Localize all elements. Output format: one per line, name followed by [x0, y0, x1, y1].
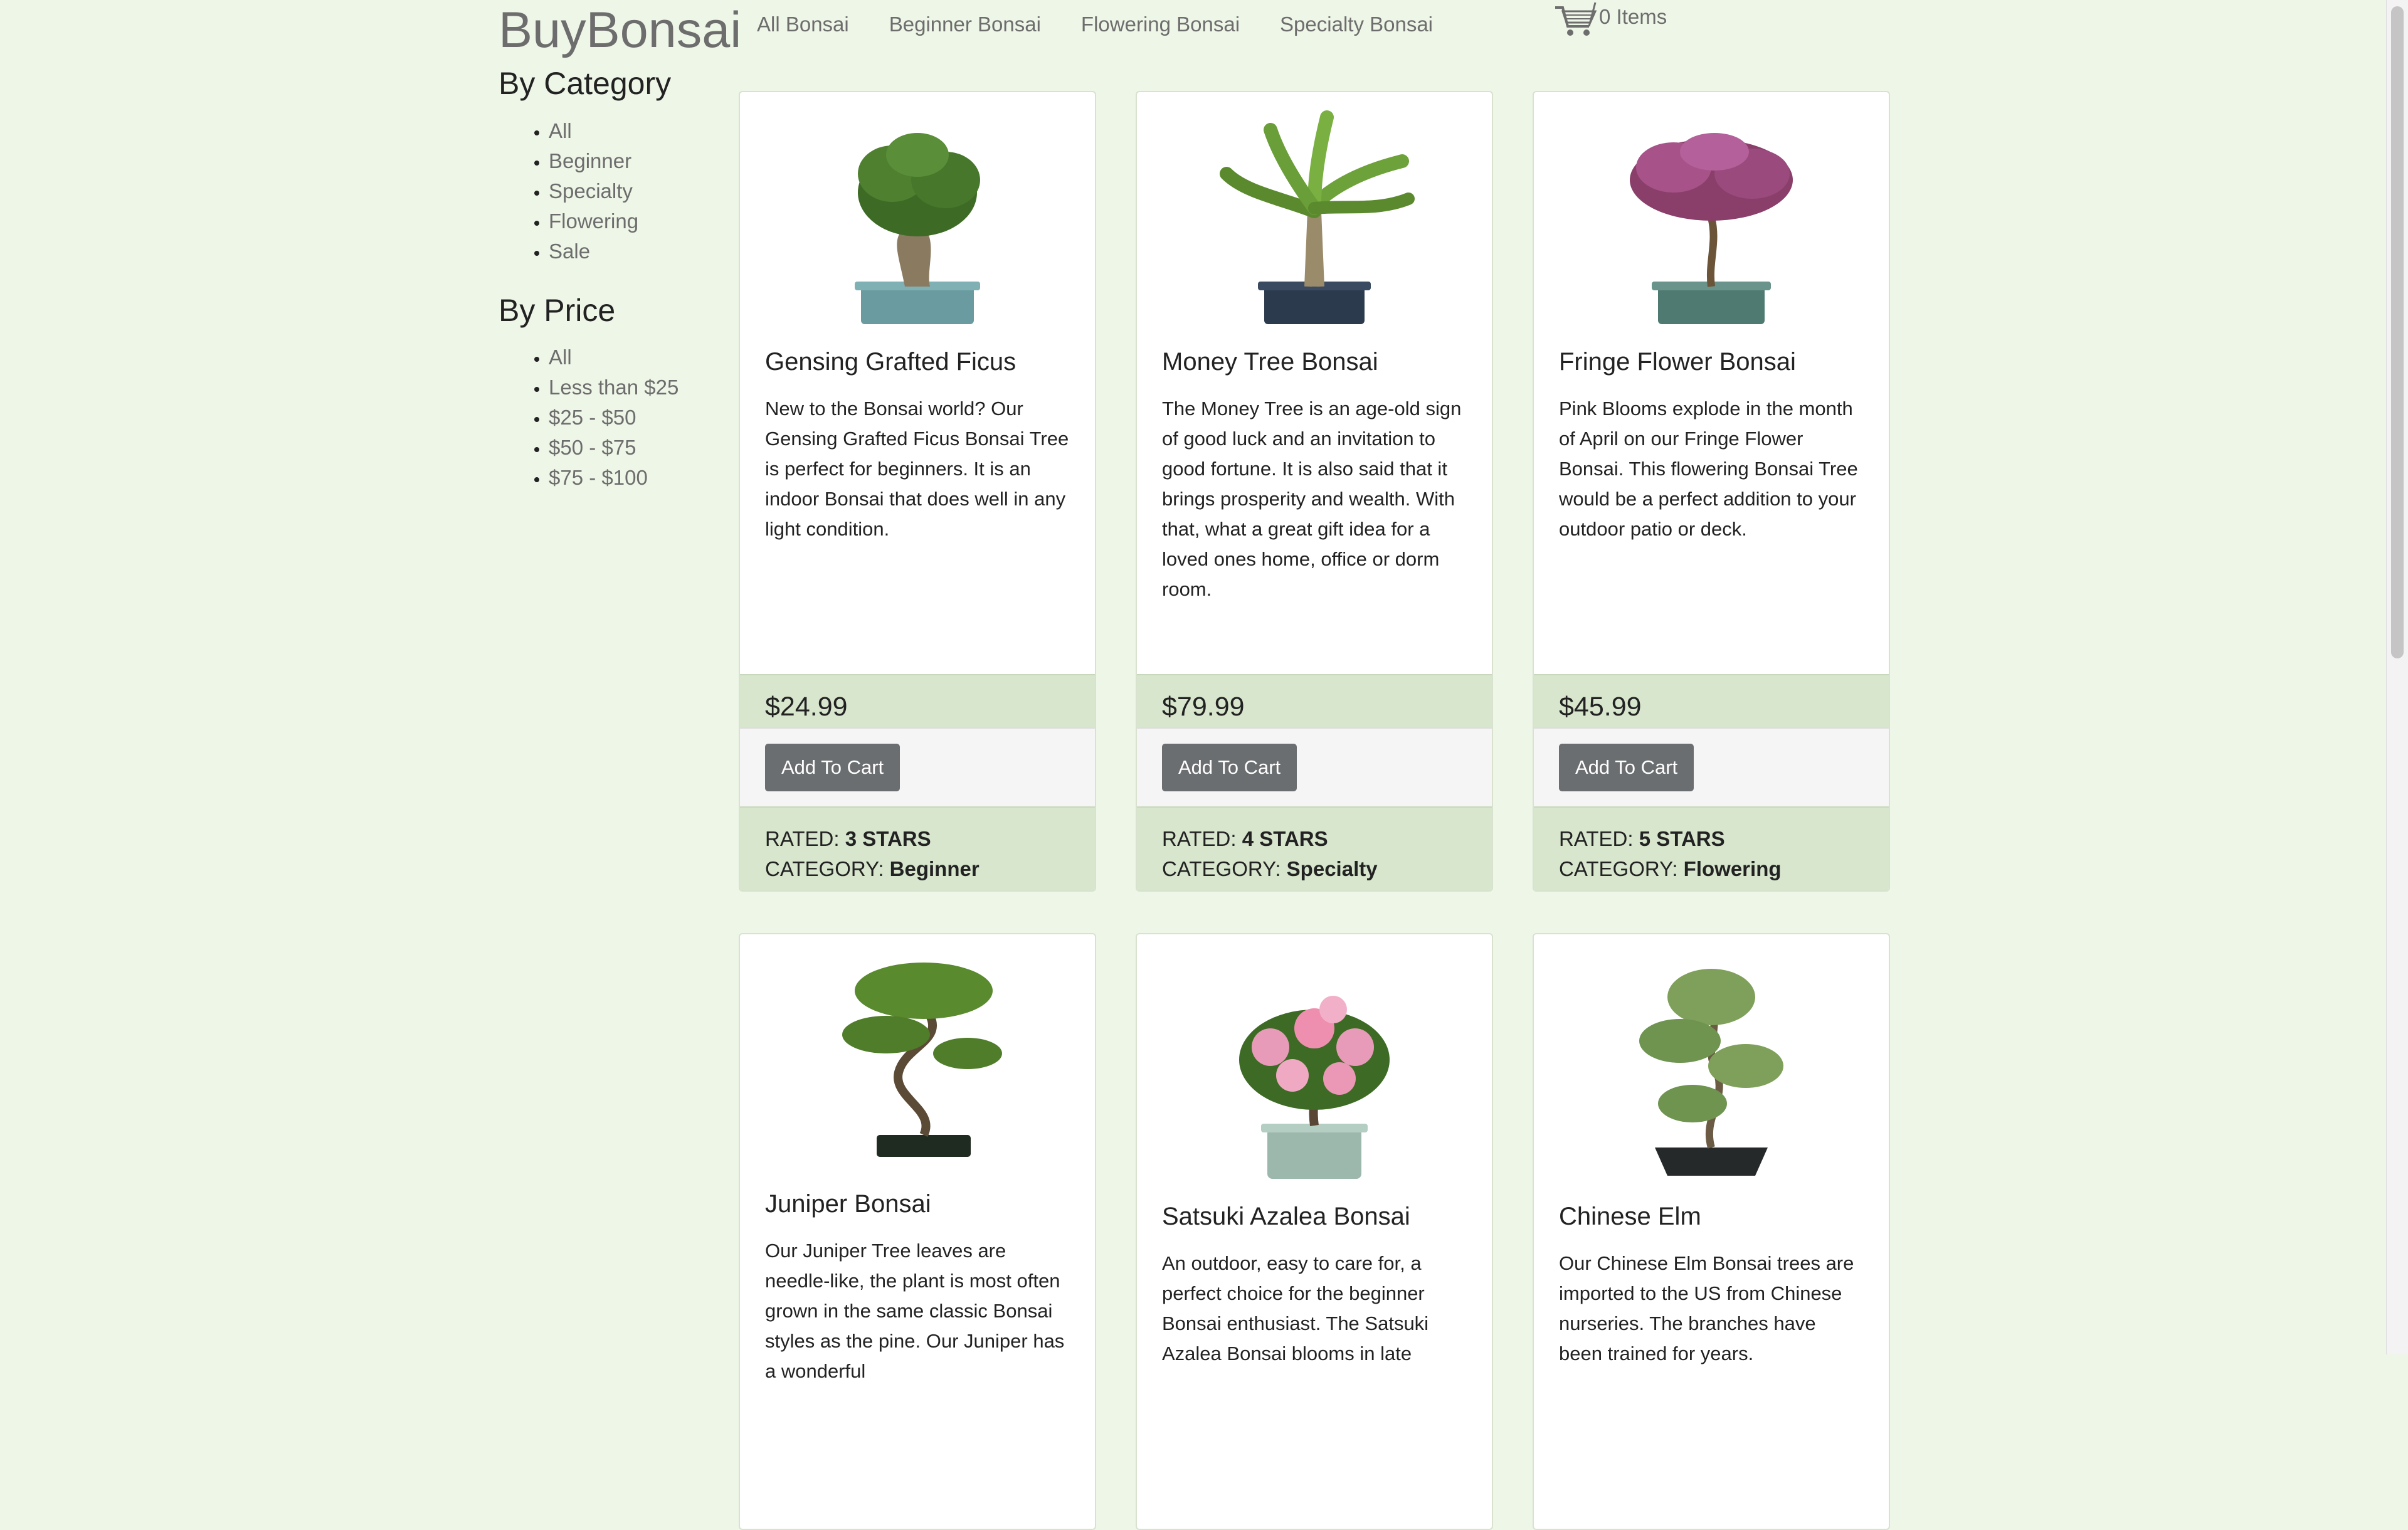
product-rating: 3 STARS — [845, 827, 931, 850]
product-category: Flowering — [1683, 857, 1782, 880]
price-25-50-link[interactable]: $25 - $50 — [549, 406, 636, 429]
juniper-bonsai-image[interactable] — [740, 934, 1095, 1173]
category-beginner-link[interactable]: Beginner — [549, 149, 631, 172]
price-75-100-link[interactable]: $75 - $100 — [549, 466, 648, 489]
by-category-heading: By Category — [499, 66, 672, 101]
price-item: $25 - $50 — [549, 403, 724, 433]
product-description: Pink Blooms explode in the month of Apri… — [1559, 398, 1858, 540]
product-rating: 4 STARS — [1242, 827, 1328, 850]
category-item: All — [549, 116, 724, 146]
category-label: CATEGORY: — [1162, 857, 1281, 880]
product-description: Our Chinese Elm Bonsai trees are importe… — [1559, 1252, 1854, 1364]
top-nav: All Bonsai Beginner Bonsai Flowering Bon… — [737, 13, 1453, 36]
add-to-cart-button[interactable]: Add To Cart — [765, 744, 900, 791]
price-item: Less than $25 — [549, 372, 724, 403]
product-actions: Add To Cart — [740, 727, 1095, 808]
category-label: CATEGORY: — [765, 857, 884, 880]
fringe-flower-image[interactable] — [1534, 92, 1889, 330]
category-all-link[interactable]: All — [549, 119, 572, 142]
product-description: The Money Tree is an age-old sign of goo… — [1162, 398, 1462, 600]
product-card: Satsuki Azalea Bonsai An outdoor, easy t… — [1136, 933, 1493, 1530]
category-item: Sale — [549, 236, 724, 266]
price-list: All Less than $25 $25 - $50 $50 - $75 $7… — [499, 342, 724, 493]
price-under-25-link[interactable]: Less than $25 — [549, 376, 679, 399]
brand-logo-link[interactable]: BuyBonsai — [499, 1, 741, 60]
product-card: Gensing Grafted Ficus New to the Bonsai … — [739, 91, 1096, 892]
product-description: An outdoor, easy to care for, a perfect … — [1162, 1252, 1429, 1364]
category-item: Specialty — [549, 176, 724, 206]
nav-flowering-bonsai[interactable]: Flowering Bonsai — [1081, 13, 1240, 36]
product-actions: Add To Cart — [1137, 727, 1492, 808]
chinese-elm-image[interactable] — [1534, 934, 1889, 1185]
category-label: CATEGORY: — [1559, 857, 1678, 880]
product-meta: RATED: 4 STARS CATEGORY: Specialty — [1137, 808, 1492, 890]
rated-label: RATED: — [765, 827, 840, 850]
scrollbar-thumb[interactable] — [2391, 6, 2404, 658]
ficus-bonsai-image[interactable] — [740, 92, 1095, 330]
product-actions: Add To Cart — [1534, 727, 1889, 808]
cart-link[interactable]: 0 Items — [1554, 1, 1667, 38]
product-title[interactable]: Juniper Bonsai — [765, 1190, 1070, 1218]
category-list: All Beginner Specialty Flowering Sale — [499, 116, 724, 266]
product-rating: 5 STARS — [1639, 827, 1725, 850]
category-item: Flowering — [549, 206, 724, 236]
rated-label: RATED: — [1162, 827, 1237, 850]
product-price: $79.99 — [1137, 674, 1492, 727]
product-meta: RATED: 5 STARS CATEGORY: Flowering — [1534, 808, 1889, 890]
product-description: New to the Bonsai world? Our Gensing Gra… — [765, 398, 1069, 540]
category-item: Beginner — [549, 146, 724, 176]
product-category: Beginner — [889, 857, 980, 880]
page-scrollbar[interactable] — [2386, 0, 2408, 1354]
product-card: Fringe Flower Bonsai Pink Blooms explode… — [1533, 91, 1890, 892]
product-meta: RATED: 3 STARS CATEGORY: Beginner — [740, 808, 1095, 890]
sidebar: By Category All Beginner Specialty Flowe… — [499, 66, 724, 519]
product-price: $24.99 — [740, 674, 1095, 727]
product-card: Chinese Elm Our Chinese Elm Bonsai trees… — [1533, 933, 1890, 1530]
product-category: Specialty — [1286, 857, 1378, 880]
by-price-heading: By Price — [499, 292, 616, 328]
nav-specialty-bonsai[interactable]: Specialty Bonsai — [1280, 13, 1433, 36]
product-title[interactable]: Chinese Elm — [1559, 1203, 1864, 1231]
product-grid: Gensing Grafted Ficus New to the Bonsai … — [739, 91, 1890, 1530]
price-item: All — [549, 342, 724, 372]
product-card: Money Tree Bonsai The Money Tree is an a… — [1136, 91, 1493, 892]
rated-label: RATED: — [1559, 827, 1634, 850]
product-title[interactable]: Gensing Grafted Ficus — [765, 348, 1070, 376]
money-tree-image[interactable] — [1137, 92, 1492, 330]
price-all-link[interactable]: All — [549, 346, 572, 369]
product-card: Juniper Bonsai Our Juniper Tree leaves a… — [739, 933, 1096, 1530]
azalea-bonsai-image[interactable] — [1137, 934, 1492, 1185]
cart-icon — [1555, 2, 1597, 36]
product-title[interactable]: Satsuki Azalea Bonsai — [1162, 1203, 1467, 1231]
product-price: $45.99 — [1534, 674, 1889, 727]
cart-count: 0 Items — [1599, 5, 1667, 28]
nav-beginner-bonsai[interactable]: Beginner Bonsai — [889, 13, 1041, 36]
price-item: $50 - $75 — [549, 433, 724, 463]
category-flowering-link[interactable]: Flowering — [549, 209, 638, 233]
product-description: Our Juniper Tree leaves are needle-like,… — [765, 1240, 1065, 1382]
price-item: $75 - $100 — [549, 463, 724, 493]
category-sale-link[interactable]: Sale — [549, 240, 590, 263]
category-specialty-link[interactable]: Specialty — [549, 179, 633, 203]
price-50-75-link[interactable]: $50 - $75 — [549, 436, 636, 459]
nav-all-bonsai[interactable]: All Bonsai — [757, 13, 849, 36]
add-to-cart-button[interactable]: Add To Cart — [1559, 744, 1694, 791]
product-title[interactable]: Fringe Flower Bonsai — [1559, 348, 1864, 376]
add-to-cart-button[interactable]: Add To Cart — [1162, 744, 1297, 791]
product-title[interactable]: Money Tree Bonsai — [1162, 348, 1467, 376]
